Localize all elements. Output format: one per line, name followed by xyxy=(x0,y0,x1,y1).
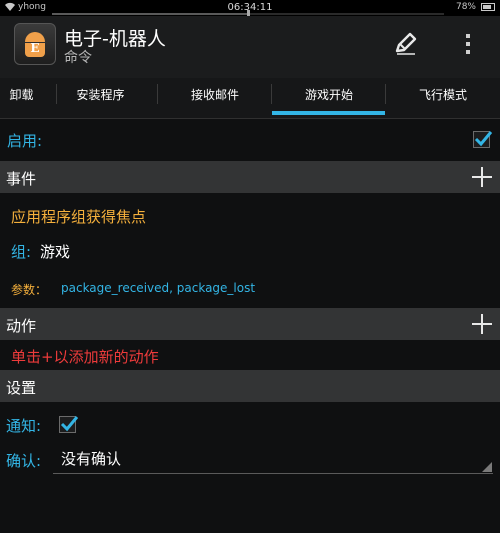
group-label: 组: xyxy=(11,243,32,261)
add-action-hint: 单击+以添加新的动作 xyxy=(11,348,159,366)
tab-label: 安装程序 xyxy=(76,88,125,102)
tab-game-start[interactable]: 游戏开始 xyxy=(272,78,386,118)
enable-label: 启用: xyxy=(7,132,43,150)
checkmark-icon xyxy=(474,131,493,147)
tab-airplane-mode[interactable]: 飞行模式 xyxy=(386,78,500,118)
action-bar: E 电子-机器人 命令 xyxy=(0,16,500,78)
confirm-dropdown[interactable]: 没有确认 xyxy=(53,446,493,474)
action-section-title: 动作 xyxy=(6,317,37,335)
enable-row: 启用: xyxy=(0,119,500,161)
dropdown-arrow-icon xyxy=(482,462,492,472)
settings-section-title: 设置 xyxy=(6,379,37,397)
tab-selected-indicator xyxy=(272,111,385,115)
event-section-title: 事件 xyxy=(6,170,37,188)
app-subtitle: 命令 xyxy=(64,50,92,66)
add-event-plus-icon[interactable] xyxy=(471,166,493,188)
tab-install[interactable]: 安装程序 xyxy=(43,78,158,118)
robot-letter: E xyxy=(30,41,40,55)
screen: yhong 06:34:11 78% E 电子-机器人 命令 卸载 安装程序 接… xyxy=(0,0,500,533)
settings-section-header: 设置 xyxy=(0,370,500,402)
params-label: 参数： xyxy=(11,283,48,297)
event-section-header: 事件 xyxy=(0,161,500,193)
edit-pencil-icon[interactable] xyxy=(392,30,420,58)
battery-fill xyxy=(483,5,491,9)
tab-receive-mail[interactable]: 接收邮件 xyxy=(158,78,272,118)
params-value: package_received, package_lost xyxy=(61,281,256,295)
status-progress-fill xyxy=(52,13,248,15)
notify-label: 通知: xyxy=(6,417,42,435)
tab-label: 接收邮件 xyxy=(190,88,239,102)
add-action-plus-icon[interactable] xyxy=(471,313,493,335)
confirm-label: 确认: xyxy=(6,452,42,470)
battery-icon xyxy=(481,3,495,11)
status-progress-bar xyxy=(52,10,444,18)
overflow-menu-icon[interactable] xyxy=(458,30,478,58)
group-value: 游戏 xyxy=(40,243,71,261)
notify-checkbox[interactable] xyxy=(59,416,79,433)
robot-e-icon[interactable]: E xyxy=(14,23,56,65)
action-section-header: 动作 xyxy=(0,308,500,340)
checkmark-icon xyxy=(60,416,79,432)
status-bar: yhong 06:34:11 78% xyxy=(0,0,500,18)
enable-checkbox[interactable] xyxy=(473,131,493,148)
battery-percent: 78% xyxy=(455,2,476,12)
confirm-dropdown-value: 没有确认 xyxy=(61,450,122,468)
tab-label: 卸载 xyxy=(9,88,34,102)
tab-label: 飞行模式 xyxy=(418,88,467,102)
event-title[interactable]: 应用程序组获得焦点 xyxy=(11,206,146,227)
tab-bar: 卸载 安装程序 接收邮件 游戏开始 飞行模式 xyxy=(0,78,500,119)
status-time: 06:34:11 xyxy=(227,2,273,13)
tab-label: 游戏开始 xyxy=(304,88,353,102)
